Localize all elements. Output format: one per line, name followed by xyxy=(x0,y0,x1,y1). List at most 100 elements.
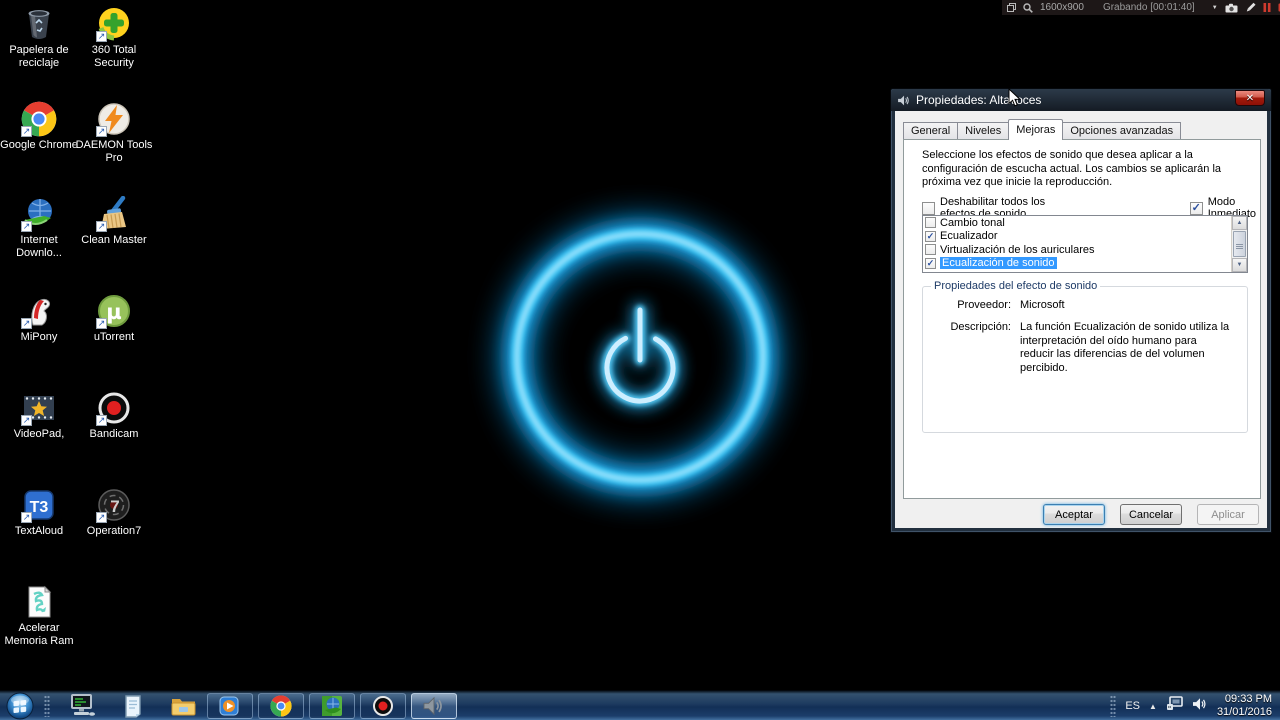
scroll-down-button[interactable]: ▼ xyxy=(1232,258,1247,272)
language-indicator[interactable]: ES xyxy=(1125,700,1140,712)
start-button[interactable] xyxy=(6,692,34,720)
desktop-icon-bandicam[interactable]: ↗ Bandicam xyxy=(75,390,153,441)
provider-label: Proveedor: xyxy=(957,299,1011,311)
immediate-mode-checkbox[interactable]: ✓ xyxy=(1189,201,1203,215)
desktop-icon-textaloud[interactable]: T3 ↗ TextAloud xyxy=(0,487,78,538)
tab-general[interactable]: General xyxy=(903,122,959,140)
speaker-icon xyxy=(898,95,909,105)
effect-row-ecualizacion-de-sonido[interactable]: ✓ Ecualización de sonido xyxy=(923,257,1247,271)
disable-all-checkbox[interactable]: ✓ xyxy=(922,201,935,215)
volume-icon[interactable] xyxy=(1192,697,1208,716)
tab-mejoras[interactable]: Mejoras xyxy=(1008,119,1064,140)
draw-pencil-icon[interactable] xyxy=(1245,2,1256,13)
svg-text:T3: T3 xyxy=(30,499,49,516)
scroll-up-button[interactable]: ▲ xyxy=(1232,216,1247,230)
effect-row-cambio-tonal[interactable]: ✓ Cambio tonal xyxy=(923,216,1247,230)
shortcut-arrow-badge: ↗ xyxy=(96,318,107,329)
clock-date: 31/01/2016 xyxy=(1216,706,1272,718)
listbox-scrollbar: ▲ ▼ xyxy=(1231,216,1247,272)
desktop-icon-label: VideoPad, xyxy=(13,428,65,440)
desktop-icon-operation7[interactable]: 7 ↗ Operation7 xyxy=(75,487,153,538)
taskbar-pinned-remote-desktop[interactable] xyxy=(62,693,104,719)
desktop-icon-label: Papelera de reciclaje xyxy=(9,44,69,69)
desktop-icon-google-chrome[interactable]: ↗ Google Chrome xyxy=(0,101,78,152)
taskbar-pinned-notepad[interactable] xyxy=(112,693,154,719)
aceptar-button[interactable]: Aceptar xyxy=(1043,504,1105,525)
desktop-icon-daemon-tools-pro[interactable]: ↗ DAEMON Tools Pro xyxy=(75,101,153,165)
desktop-icon-label: MiPony xyxy=(20,331,58,343)
desktop-icon-videopad[interactable]: ↗ VideoPad, xyxy=(0,390,78,441)
provider-value: Microsoft xyxy=(1020,299,1065,311)
recycle-bin-icon xyxy=(21,6,57,42)
desktop-icon-acelerar-memoria-ram[interactable]: Acelerar Memoria Ram xyxy=(0,584,78,648)
shortcut-arrow-badge: ↗ xyxy=(21,318,32,329)
magnifier-icon[interactable] xyxy=(1023,2,1033,13)
network-icon[interactable] xyxy=(1166,696,1183,716)
effect-checkbox[interactable]: ✓ xyxy=(925,230,936,242)
360-total-security-icon: ↗ xyxy=(96,6,132,42)
effect-checkbox[interactable]: ✓ xyxy=(925,217,936,229)
idm-icon xyxy=(322,696,342,716)
google-chrome-icon: ↗ xyxy=(21,101,57,137)
desktop-icon-label: Internet Downlo... xyxy=(16,234,62,259)
clean-master-icon: ↗ xyxy=(96,196,132,232)
power-button-wallpaper xyxy=(460,180,820,540)
aplicar-button[interactable]: Aplicar xyxy=(1197,504,1259,525)
shortcut-arrow-badge: ↗ xyxy=(21,221,32,232)
tab-niveles[interactable]: Niveles xyxy=(957,122,1010,140)
tab-opciones-avanzadas[interactable]: Opciones avanzadas xyxy=(1062,122,1182,140)
restore-window-icon[interactable] xyxy=(1007,3,1016,12)
taskbar-button-bandicam[interactable] xyxy=(360,693,406,719)
chevron-down-icon[interactable]: ▼ xyxy=(1212,5,1218,11)
scrollbar-thumb[interactable] xyxy=(1233,231,1246,257)
effect-checkbox[interactable]: ✓ xyxy=(925,257,936,269)
shortcut-arrow-badge: ↗ xyxy=(21,126,32,137)
dialog-buttons: Aceptar Cancelar Aplicar xyxy=(895,504,1259,525)
effect-row-virtualizacion[interactable]: ✓ Virtualización de los auriculares xyxy=(923,243,1247,257)
desktop-icon-label: 360 Total Security xyxy=(91,44,137,69)
taskbar-button-sound[interactable] xyxy=(411,693,457,719)
desktop-icon-label: Google Chrome xyxy=(0,139,78,151)
speaker-properties-window: Propiedades: Altavoces ✕ General Niveles… xyxy=(890,88,1272,533)
desktop-icon-mipony[interactable]: ↗ MiPony xyxy=(0,293,78,344)
instructions-text: Seleccione los efectos de sonido que des… xyxy=(922,149,1222,188)
cancelar-button[interactable]: Cancelar xyxy=(1120,504,1182,525)
vbs-script-icon xyxy=(21,584,57,620)
desktop-icon-label: Clean Master xyxy=(81,234,147,246)
mipony-icon: ↗ xyxy=(21,293,57,329)
clock[interactable]: 09:33 PM 31/01/2016 xyxy=(1217,693,1272,719)
taskbar-pinned-explorer[interactable] xyxy=(162,693,204,719)
desktop-icon-label: DAEMON Tools Pro xyxy=(75,139,153,164)
window-titlebar[interactable]: Propiedades: Altavoces ✕ xyxy=(891,89,1271,111)
desktop-icon-utorrent[interactable]: µ ↗ uTorrent xyxy=(75,293,153,344)
shortcut-arrow-badge: ↗ xyxy=(96,512,107,523)
taskbar-button-wmp[interactable] xyxy=(207,693,253,719)
system-tray: ES ▲ 09:33 PM 31/01/2016 xyxy=(1110,691,1280,720)
shortcut-arrow-badge: ↗ xyxy=(96,31,107,42)
effect-properties-group: Propiedades del efecto de sonido Proveed… xyxy=(922,280,1248,433)
folder-icon xyxy=(171,699,195,716)
capture-resolution: 1600x900 xyxy=(1040,2,1084,13)
desktop-icon-clean-master[interactable]: ↗ Clean Master xyxy=(75,196,153,247)
desktop-icon-recycle-bin[interactable]: Papelera de reciclaje xyxy=(0,6,78,70)
effect-checkbox[interactable]: ✓ xyxy=(925,244,936,256)
desktop-icon-label: Operation7 xyxy=(86,525,142,537)
hidden-icons-button[interactable]: ▲ xyxy=(1149,702,1157,711)
group-title: Propiedades del efecto de sonido xyxy=(931,280,1101,292)
pause-recording-icon[interactable] xyxy=(1263,3,1271,12)
bandicam-icon: ↗ xyxy=(96,390,132,426)
svg-text:µ: µ xyxy=(106,300,121,324)
description-label: Descripción: xyxy=(950,321,1011,333)
taskbar-grip xyxy=(44,695,50,717)
desktop-icon-label: Bandicam xyxy=(89,428,139,440)
close-button[interactable]: ✕ xyxy=(1235,90,1265,106)
desktop-icon-360-total-security[interactable]: ↗ 360 Total Security xyxy=(75,6,153,70)
desktop-icon-internet-download-manager[interactable]: ↗ Internet Downlo... xyxy=(0,196,78,260)
taskbar-button-chrome[interactable] xyxy=(258,693,304,719)
speaker-icon xyxy=(423,696,442,716)
clock-time: 09:33 PM xyxy=(1224,693,1272,705)
taskbar-button-idm[interactable] xyxy=(309,693,355,719)
screenshot-camera-icon[interactable] xyxy=(1225,3,1238,13)
notepad-icon xyxy=(125,695,141,718)
effect-row-ecualizador[interactable]: ✓ Ecualizador xyxy=(923,230,1247,244)
